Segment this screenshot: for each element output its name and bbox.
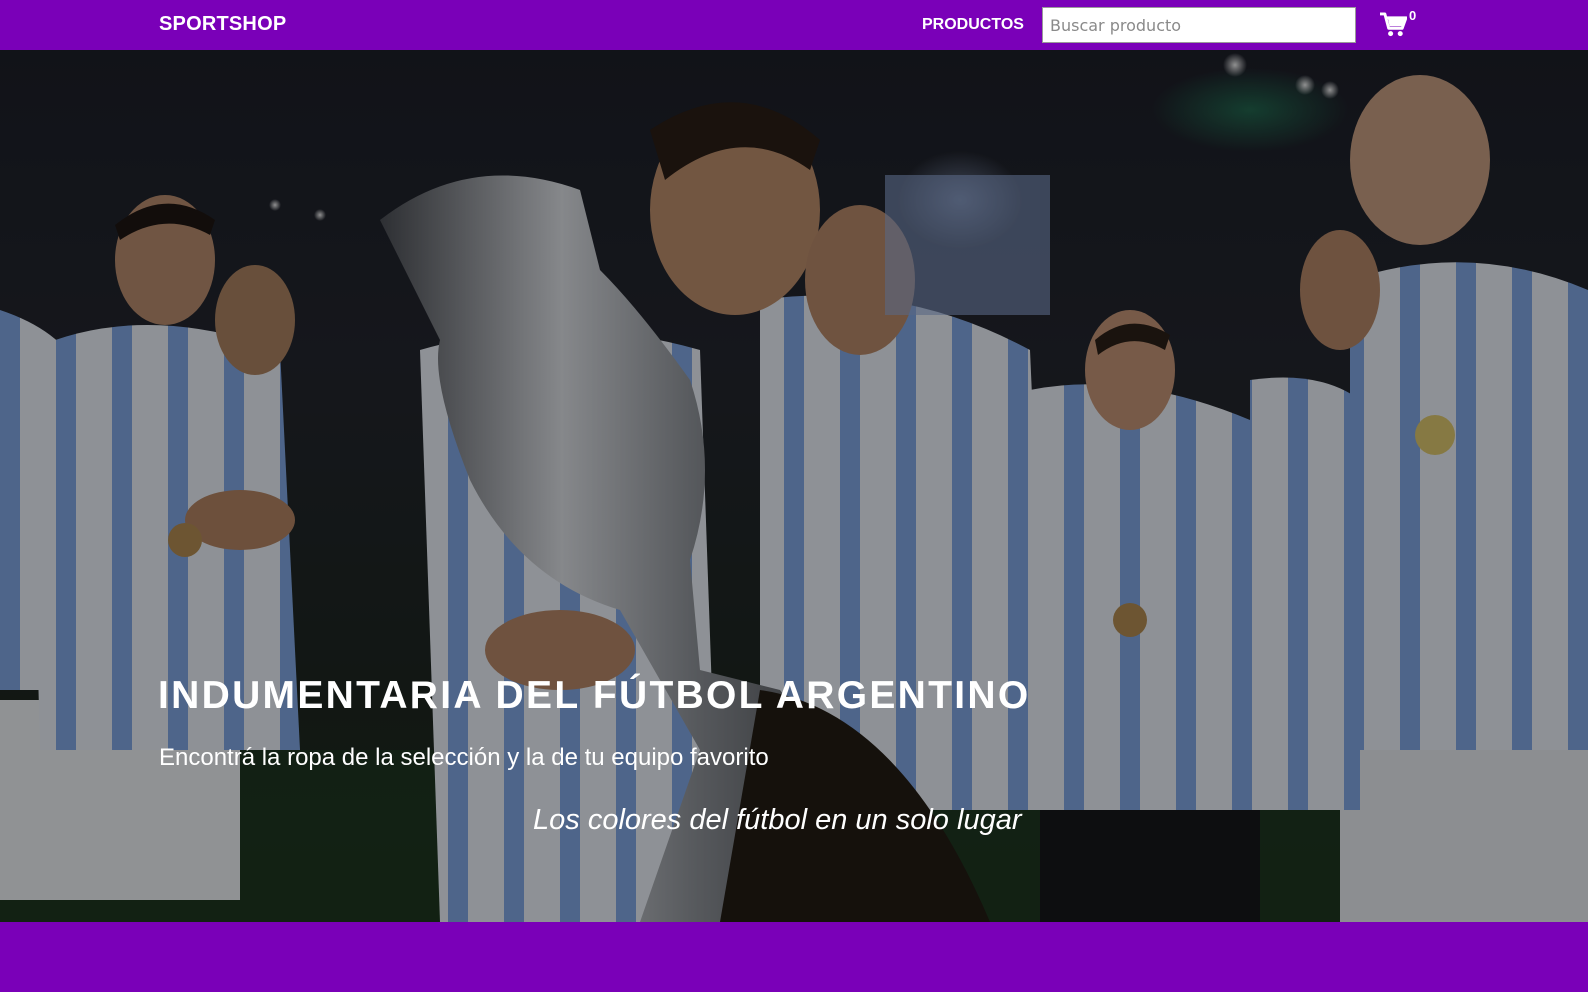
brand-logo-link[interactable]: SPORTSHOP bbox=[159, 13, 286, 36]
hero-dark-overlay bbox=[0, 50, 1588, 922]
cart-button[interactable]: 0 bbox=[1380, 8, 1420, 42]
hero-banner: INDUMENTARIA DEL FÚTBOL ARGENTINO Encont… bbox=[0, 50, 1588, 922]
hero-tagline: Los colores del fútbol en un solo lugar bbox=[533, 804, 1022, 836]
hero-title: INDUMENTARIA DEL FÚTBOL ARGENTINO bbox=[158, 674, 1031, 717]
nav-link-productos[interactable]: PRODUCTOS bbox=[922, 16, 1024, 34]
cart-count-badge: 0 bbox=[1409, 8, 1417, 23]
hero-subtitle: Encontrá la ropa de la selección y la de… bbox=[159, 744, 769, 771]
search-input[interactable] bbox=[1042, 7, 1356, 43]
shopping-cart-icon bbox=[1380, 12, 1407, 37]
purple-section-band bbox=[0, 922, 1588, 992]
top-navbar: SPORTSHOP PRODUCTOS 0 bbox=[0, 0, 1588, 50]
